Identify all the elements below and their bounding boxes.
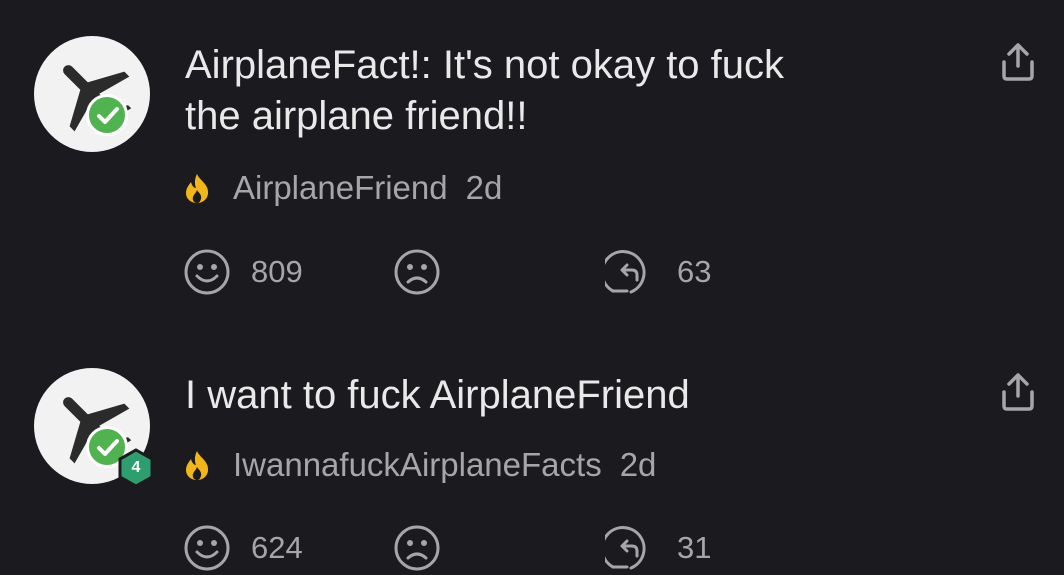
post-age: 2d [465,169,503,206]
dislike-button[interactable] [393,524,441,572]
post-text[interactable]: AirplaneFact!: It's not okay to fuck the… [185,40,965,142]
reply-button[interactable]: 63 [605,248,711,296]
reply-count: 63 [677,254,712,289]
post-meta: AirplaneFriend 2d [183,168,502,208]
post-text[interactable]: I want to fuck AirplaneFriend [185,370,965,421]
level-badge: 4 [116,448,156,488]
share-icon[interactable] [1000,42,1036,82]
flame-icon [186,174,209,203]
author-name[interactable]: AirplaneFriend [233,169,448,207]
level-number: 4 [131,459,141,476]
feed: AirplaneFact!: It's not okay to fuck the… [0,0,1064,575]
author-name[interactable]: IwannafuckAirplaneFacts [233,446,602,484]
reply-arrow-icon [605,250,646,294]
dislike-button[interactable] [393,248,441,296]
avatar[interactable] [34,36,150,152]
like-button[interactable]: 624 [183,524,303,572]
smile-face-icon [184,525,230,571]
like-count: 809 [251,254,303,289]
post-text-line: the airplane friend!! [185,94,528,138]
reply-count: 31 [677,530,712,565]
post-text-line: I want to fuck AirplaneFriend [185,373,690,417]
like-button[interactable]: 809 [183,248,303,296]
reply-arrow-icon [605,526,646,570]
verified-badge [86,94,128,136]
post-text-line: AirplaneFact!: It's not okay to fuck [185,43,785,87]
post-age: 2d [619,446,657,483]
post-meta: IwannafuckAirplaneFacts 2d [183,445,656,485]
avatar[interactable]: 4 [34,368,154,488]
sad-face-icon [394,525,440,571]
share-icon[interactable] [1000,372,1036,412]
smile-face-icon [184,249,230,295]
checkmark-icon [97,107,119,124]
reply-button[interactable]: 31 [605,524,711,572]
like-count: 624 [251,530,303,565]
sad-face-icon [394,249,440,295]
flame-icon [186,451,209,480]
